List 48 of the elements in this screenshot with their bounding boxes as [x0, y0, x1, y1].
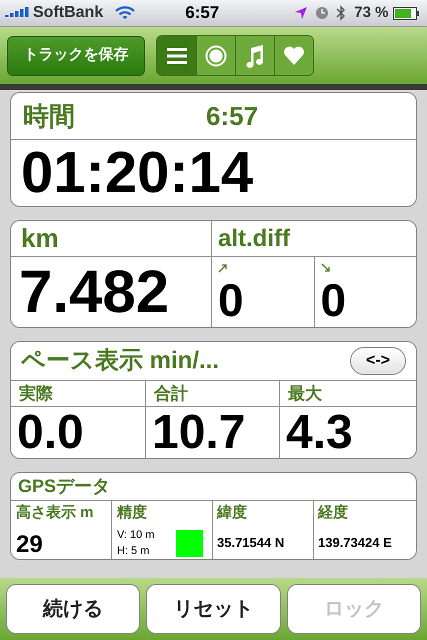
- battery-percentage: 73 %: [354, 2, 388, 23]
- distance-value: 7.482: [19, 262, 170, 322]
- altitude-diff-label: alt.diff: [218, 224, 290, 254]
- save-track-button[interactable]: トラックを保存: [7, 36, 145, 76]
- menu-icon: [166, 46, 188, 64]
- signal-icon: [5, 7, 29, 19]
- gps-title: GPSデータ: [18, 475, 110, 498]
- longitude-value: 139.73424 E: [318, 534, 393, 552]
- location-arrow-icon: [294, 6, 308, 20]
- longitude-label: 経度: [318, 503, 349, 523]
- clock-icon: [315, 6, 330, 20]
- record-icon: [205, 44, 227, 66]
- segment-tab[interactable]: [157, 36, 196, 75]
- accuracy-label: 精度: [117, 503, 148, 523]
- music-note-icon: [245, 44, 265, 68]
- segment-tab[interactable]: [235, 36, 274, 75]
- status-time: 6:57: [185, 2, 220, 24]
- toggle-button[interactable]: <->: [350, 347, 406, 375]
- battery-icon: [393, 6, 420, 20]
- clock-time: 6:57: [206, 100, 258, 132]
- altitude-label: 高さ表示 m: [16, 503, 95, 523]
- action-button[interactable]: 続ける: [6, 584, 140, 634]
- pace-label: 合計: [154, 382, 188, 405]
- bluetooth-icon: [336, 5, 346, 21]
- wifi-icon: [115, 6, 136, 20]
- altitude-diff-value: 0: [320, 277, 348, 323]
- segment-tab[interactable]: [196, 36, 235, 75]
- time-label: 時間: [23, 100, 76, 132]
- vertical-accuracy: V: 10 m: [117, 528, 154, 542]
- latitude-value: 35.71544 N: [217, 534, 286, 552]
- elapsed-time: 01:20:14: [21, 144, 254, 202]
- action-button[interactable]: リセット: [146, 584, 281, 634]
- segment-tab[interactable]: [274, 36, 313, 75]
- altitude-value: 29: [16, 530, 44, 559]
- pace-title: ペース表示 min/...: [21, 346, 220, 376]
- up-arrow-icon: [218, 263, 228, 273]
- down-arrow-icon: [320, 263, 330, 273]
- pace-label: 実際: [19, 382, 53, 405]
- altitude-diff-value: 0: [218, 277, 245, 323]
- pace-value: 4.3: [286, 408, 353, 456]
- horizontal-accuracy: H: 5 m: [117, 544, 150, 559]
- heart-icon: [283, 46, 305, 66]
- pace-value: 10.7: [152, 408, 246, 456]
- pace-value: 0.0: [17, 408, 84, 456]
- pace-label: 最大: [288, 382, 322, 405]
- carrier-name: SoftBank: [33, 3, 104, 23]
- latitude-label: 緯度: [217, 503, 248, 523]
- distance-label: km: [21, 222, 59, 255]
